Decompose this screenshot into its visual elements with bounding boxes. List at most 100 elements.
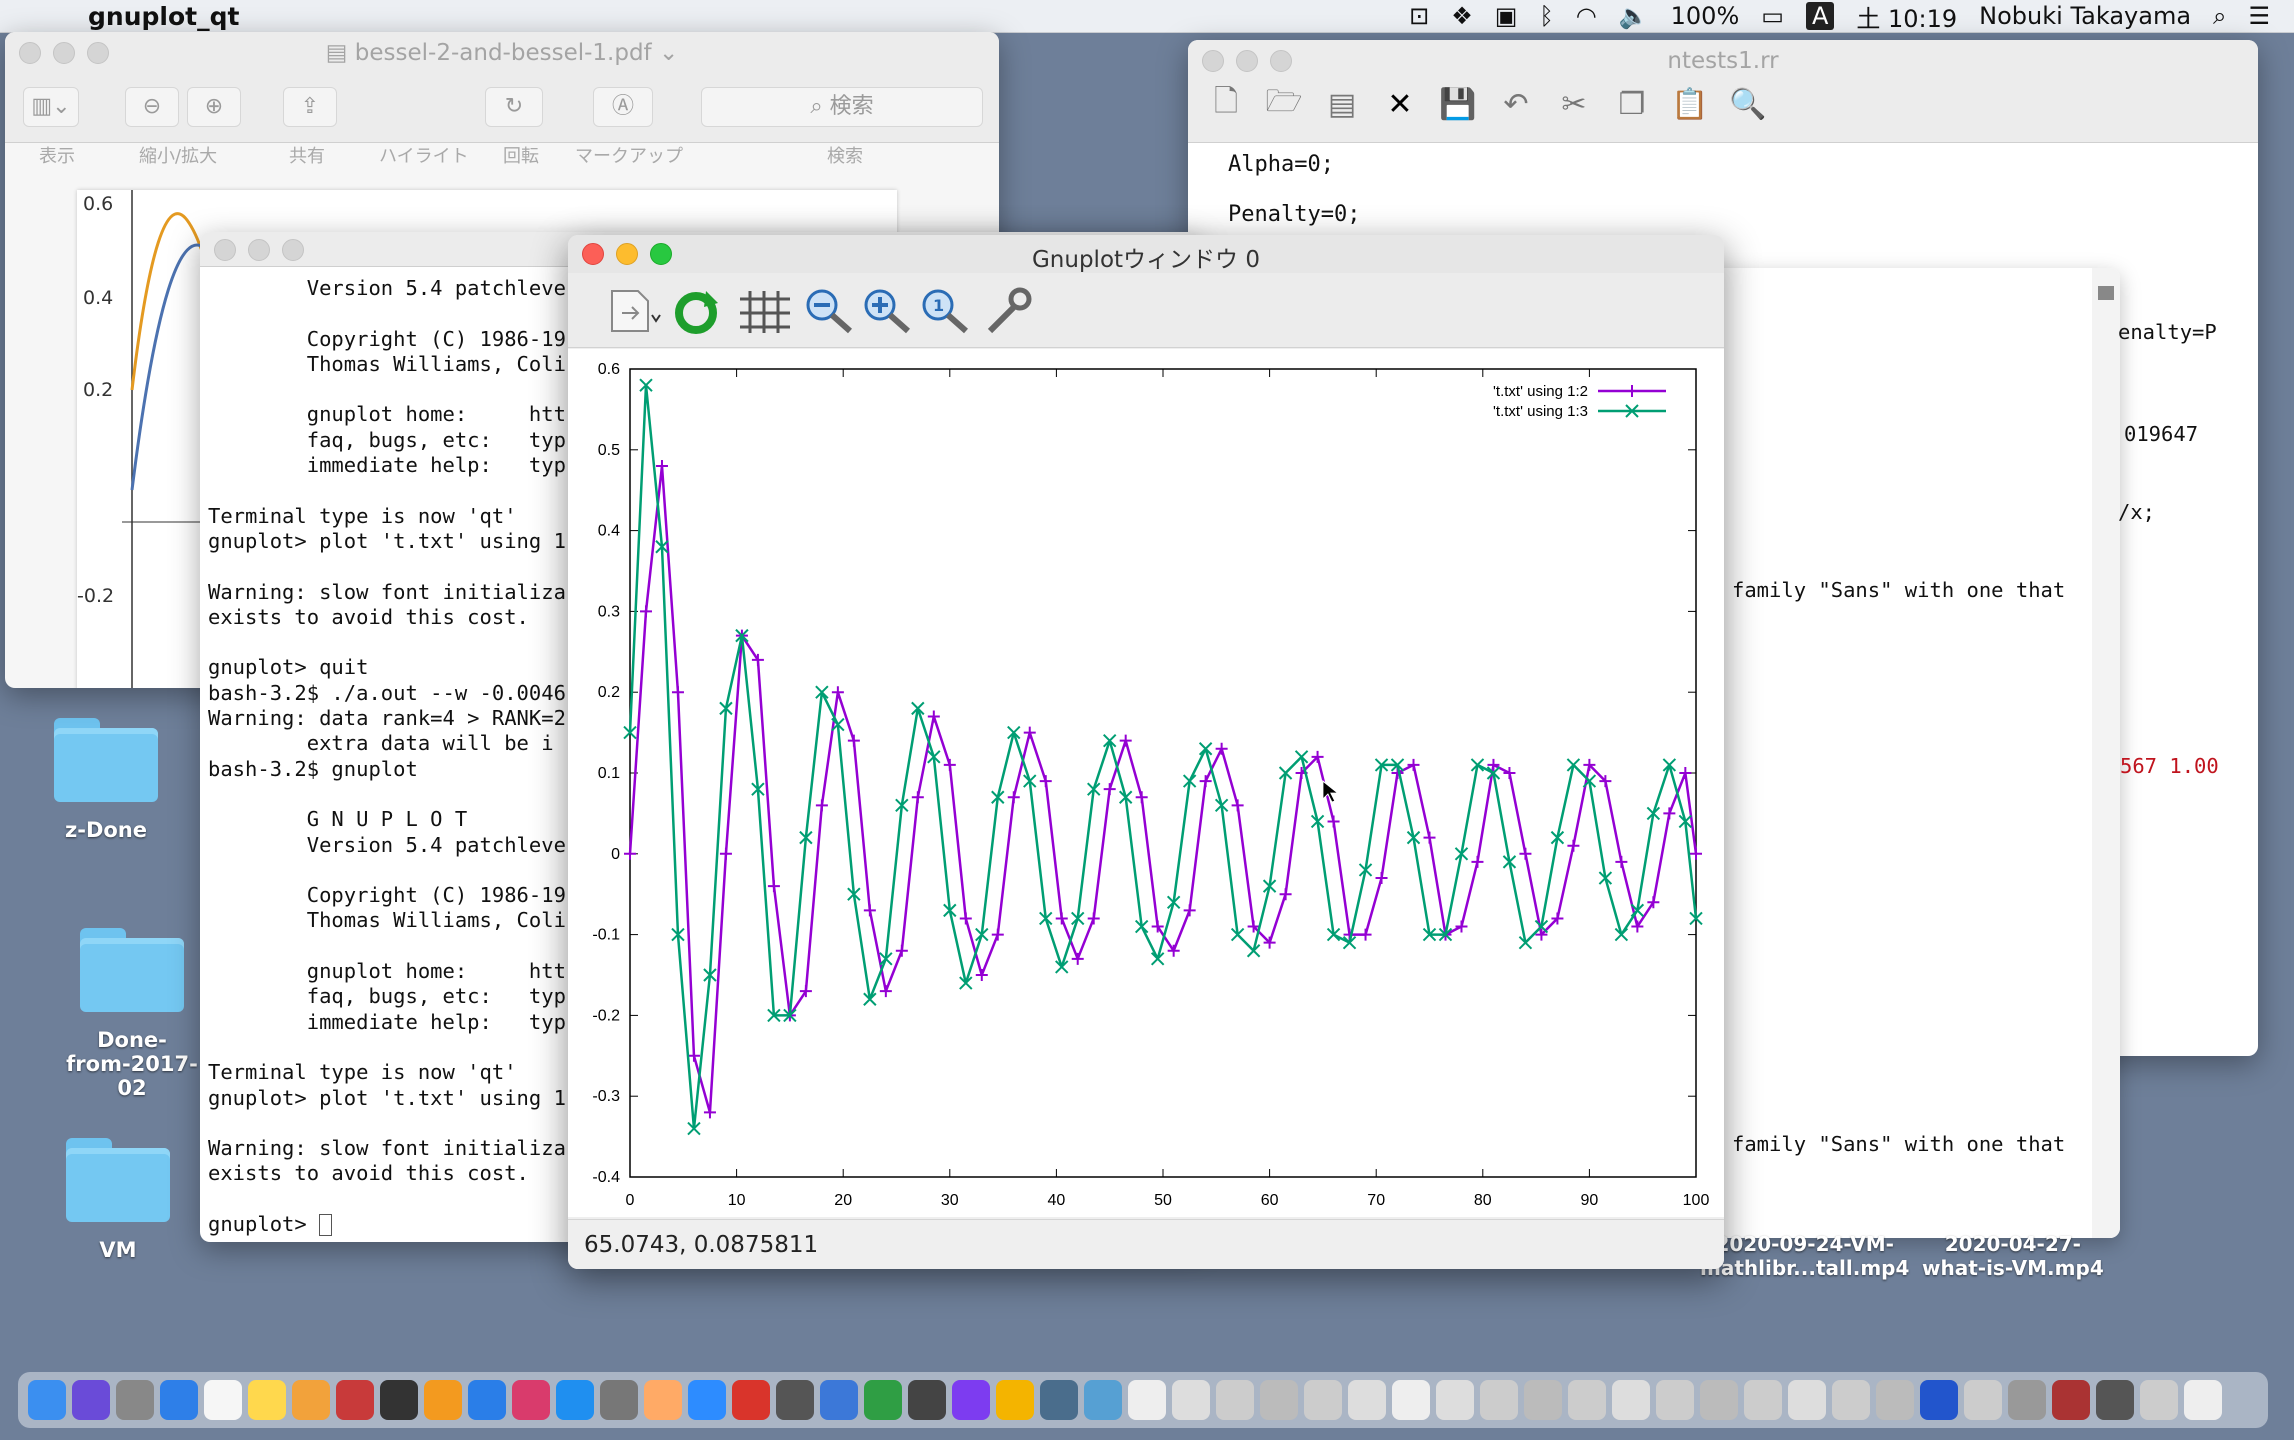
dock-app-icon[interactable] (776, 1380, 814, 1420)
dock-app-icon[interactable] (468, 1380, 506, 1420)
dock-app-icon[interactable] (1304, 1380, 1342, 1420)
cut-icon[interactable]: ✂ (1552, 82, 1596, 126)
dock-app-icon[interactable] (2140, 1380, 2178, 1420)
grid-icon[interactable] (734, 285, 794, 337)
dock-app-icon[interactable] (1700, 1380, 1738, 1420)
dock-app-icon[interactable] (1348, 1380, 1386, 1420)
dock-app-icon[interactable] (424, 1380, 462, 1420)
clock[interactable]: 土 10:19 (1856, 0, 1957, 34)
gnuplot-chart[interactable]: 0 10 20 30 40 50 60 70 80 90 100 -0.4 -0.3 -0.2 -0.1 0 0… (568, 349, 1724, 1217)
dock-app-icon[interactable] (1568, 1380, 1606, 1420)
dock-app-icon[interactable] (908, 1380, 946, 1420)
dock-app-icon[interactable] (1392, 1380, 1430, 1420)
app-menu[interactable]: gnuplot_qt (88, 2, 239, 31)
desktop-folder-done[interactable]: Done- from-2017-02 (52, 928, 212, 1100)
dock-app-icon[interactable] (72, 1380, 110, 1420)
dock-app-icon[interactable] (204, 1380, 242, 1420)
dock-app-icon[interactable] (1436, 1380, 1474, 1420)
wifi-icon[interactable]: ◠ (1576, 2, 1597, 30)
find-icon[interactable]: 🔍 (1726, 82, 1770, 126)
dock-app-icon[interactable] (116, 1380, 154, 1420)
dock-app-icon[interactable] (336, 1380, 374, 1420)
settings-wrench-icon[interactable] (980, 285, 1040, 337)
dock-app-icon[interactable] (600, 1380, 638, 1420)
dock-app-icon[interactable] (2184, 1380, 2222, 1420)
dock-app-icon[interactable] (160, 1380, 198, 1420)
dock-app-icon[interactable] (1832, 1380, 1870, 1420)
minimize-button[interactable] (248, 239, 270, 261)
dock-app-icon[interactable] (1480, 1380, 1518, 1420)
zoom-reset-icon[interactable]: 1 (916, 285, 976, 337)
dock-app-icon[interactable] (1524, 1380, 1562, 1420)
bluetooth-icon[interactable]: ᛒ (1539, 2, 1553, 30)
dock-app-icon[interactable] (380, 1380, 418, 1420)
sidebar-view-button[interactable]: ▥⌄ (23, 87, 79, 127)
list-icon[interactable]: ☰ (2248, 2, 2270, 30)
desktop-video-2[interactable]: 2020-04-27- what-is-VM.mp4 (1922, 1232, 2104, 1280)
dock-app-icon[interactable] (952, 1380, 990, 1420)
undo-icon[interactable]: ↶ (1494, 82, 1538, 126)
desktop-video-1[interactable]: 2020-09-24-VM- mathlibr...tall.mp4 (1700, 1232, 1909, 1280)
cabinet-icon[interactable]: ▤ (1320, 82, 1364, 126)
zoom-out-icon[interactable] (800, 285, 860, 337)
new-file-icon[interactable]: 🗋 (1204, 82, 1248, 126)
zoom-out-button[interactable]: ⊖ (125, 87, 179, 127)
open-folder-icon[interactable]: 🗁 (1262, 82, 1306, 126)
dropbox-icon[interactable]: ❖ (1451, 2, 1473, 30)
search-field[interactable]: ⌕ 検索 (701, 87, 983, 127)
scrollbar[interactable] (2092, 268, 2120, 1238)
zoom-in-icon[interactable] (858, 285, 918, 337)
save-icon[interactable]: 💾 (1436, 82, 1480, 126)
close-button[interactable] (214, 239, 236, 261)
dock-app-icon[interactable] (1172, 1380, 1210, 1420)
terminal-output[interactable]: Version 5.4 patchleve Copyright (C) 1986… (208, 276, 566, 1237)
dock-app-icon[interactable] (1744, 1380, 1782, 1420)
dock-app-icon[interactable] (1612, 1380, 1650, 1420)
input-source[interactable]: A (1805, 2, 1835, 30)
dock-app-icon[interactable] (644, 1380, 682, 1420)
replot-icon[interactable] (668, 285, 728, 337)
dock-app-icon[interactable] (732, 1380, 770, 1420)
dock-app-icon[interactable] (2096, 1380, 2134, 1420)
battery-percent[interactable]: 100% (1671, 2, 1740, 30)
copy-icon[interactable]: ❐ (1610, 82, 1654, 126)
editor-content[interactable]: Alpha=0; Penalty=0; (1228, 140, 1360, 240)
dock-app-icon[interactable] (1788, 1380, 1826, 1420)
export-icon[interactable] (604, 285, 664, 337)
screen-record-icon[interactable]: ⊡ (1409, 2, 1429, 30)
dock-app-icon[interactable] (1084, 1380, 1122, 1420)
dock-app-icon[interactable] (820, 1380, 858, 1420)
dock-app-icon[interactable] (1656, 1380, 1694, 1420)
paste-icon[interactable]: 📋 (1668, 82, 1712, 126)
dock-app-icon[interactable] (2008, 1380, 2046, 1420)
dock-app-icon[interactable] (1876, 1380, 1914, 1420)
desktop-folder-vm[interactable]: VM (38, 1138, 198, 1262)
dock-app-icon[interactable] (864, 1380, 902, 1420)
zoom-button[interactable] (282, 239, 304, 261)
dock-app-icon[interactable] (1216, 1380, 1254, 1420)
desktop-folder-z-done[interactable]: z-Done (26, 718, 186, 842)
plot-area[interactable]: 0 10 20 30 40 50 60 70 80 90 100 -0.4 -0.3 -0.2 -0.1 0 0… (568, 349, 1724, 1217)
dock-app-icon[interactable] (1040, 1380, 1078, 1420)
user-name[interactable]: Nobuki Takayama (1979, 2, 2191, 30)
search-icon[interactable]: ⌕ (2213, 2, 2226, 30)
markup-button[interactable]: Ⓐ (593, 87, 653, 127)
dock-app-icon[interactable] (28, 1380, 66, 1420)
dock-app-icon[interactable] (292, 1380, 330, 1420)
share-button[interactable]: ⇪ (283, 87, 337, 127)
dock-app-icon[interactable] (248, 1380, 286, 1420)
rotate-button[interactable]: ↻ (485, 87, 543, 127)
dock-app-icon[interactable] (2052, 1380, 2090, 1420)
volume-icon[interactable]: 🔈 (1619, 2, 1649, 30)
dock-app-icon[interactable] (996, 1380, 1034, 1420)
scroll-arrow-icon[interactable] (2098, 286, 2114, 300)
close-icon[interactable]: ✕ (1378, 82, 1422, 126)
display-icon[interactable]: ▣ (1495, 2, 1518, 30)
zoom-in-button[interactable]: ⊕ (187, 87, 241, 127)
dock-app-icon[interactable] (512, 1380, 550, 1420)
dock-app-icon[interactable] (688, 1380, 726, 1420)
dock-app-icon[interactable] (1964, 1380, 2002, 1420)
dock-app-icon[interactable] (1128, 1380, 1166, 1420)
dock-app-icon[interactable] (556, 1380, 594, 1420)
dock-app-icon[interactable] (1260, 1380, 1298, 1420)
